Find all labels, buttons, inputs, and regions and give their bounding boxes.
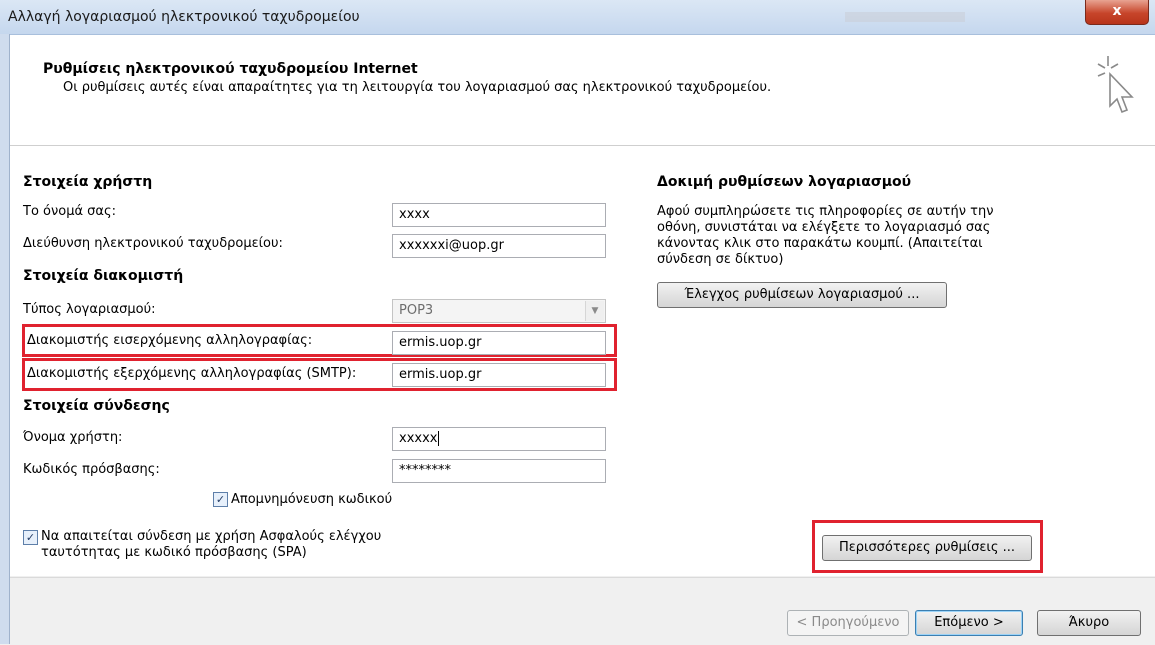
spa-label-line1: Να απαιτείται σύνδεση με χρήση Ασφαλούς … xyxy=(41,529,382,544)
title-bar: Αλλαγή λογαριασμού ηλεκτρονικού ταχυδρομ… xyxy=(0,0,1155,35)
outgoing-server-input[interactable]: ermis.uop.gr xyxy=(392,363,606,387)
username-input[interactable]: xxxxx xyxy=(392,427,606,451)
cursor-sparkle-icon xyxy=(1097,56,1134,114)
close-icon: x xyxy=(1112,3,1122,19)
username-value: xxxxx xyxy=(399,431,438,446)
wizard-body: Στοιχεία χρήστη Το όνομά σας: xxxx Διεύθ… xyxy=(10,146,1155,576)
name-input[interactable]: xxxx xyxy=(392,203,606,227)
email-label: Διεύθυνση ηλεκτρονικού ταχυδρομείου: xyxy=(23,236,283,251)
password-input[interactable]: ******** xyxy=(392,459,606,483)
back-button[interactable]: < Προηγούμενο xyxy=(787,610,909,636)
account-type-select: POP3 ▼ xyxy=(392,299,606,323)
window-title: Αλλαγή λογαριασμού ηλεκτρονικού ταχυδρομ… xyxy=(8,9,360,25)
window-frame-left xyxy=(0,34,10,644)
page-subtitle: Οι ρυθμίσεις αυτές είναι απαραίτητες για… xyxy=(63,80,772,95)
email-input[interactable]: xxxxxxi@uop.gr xyxy=(392,234,606,258)
test-description-line4: σύνδεση σε δίκτυο) xyxy=(657,252,784,267)
next-button[interactable]: Επόμενο > xyxy=(915,610,1023,636)
remember-password-checkbox[interactable]: ✓ xyxy=(213,492,228,507)
test-description-line1: Αφού συμπληρώσετε τις πληροφορίες σε αυτ… xyxy=(657,204,994,219)
test-description-line2: οθόνη, συνιστάται να ελέγξετε το λογαρια… xyxy=(657,220,991,235)
outgoing-server-label: Διακομιστής εξερχόμενης αλληλογραφίας (S… xyxy=(27,366,357,381)
checkmark-icon: ✓ xyxy=(215,493,226,506)
password-label: Κωδικός πρόσβασης: xyxy=(23,462,160,477)
close-button[interactable]: x xyxy=(1085,0,1149,25)
test-account-settings-button[interactable]: Έλεγχος ρυθμίσεων λογαριασμού ... xyxy=(657,282,947,308)
incoming-server-input[interactable]: ermis.uop.gr xyxy=(392,331,606,355)
remember-password-label: Απομνημόνευση κωδικού xyxy=(231,492,393,507)
chevron-down-icon: ▼ xyxy=(585,301,604,321)
incoming-server-label: Διακομιστής εισερχόμενης αλληλογραφίας: xyxy=(27,333,313,348)
wizard-footer: < Προηγούμενο Επόμενο > Άκυρο xyxy=(10,577,1155,645)
page-title: Ρυθμίσεις ηλεκτρονικού ταχυδρομείου Inte… xyxy=(43,61,418,77)
checkmark-icon: ✓ xyxy=(25,531,36,544)
cancel-button[interactable]: Άκυρο xyxy=(1037,610,1141,636)
wizard-header: Ρυθμίσεις ηλεκτρονικού ταχυδρομείου Inte… xyxy=(10,35,1155,146)
account-type-label: Τύπος λογαριασμού: xyxy=(23,302,156,317)
name-label: Το όνομά σας: xyxy=(23,204,116,219)
more-settings-button[interactable]: Περισσότερες ρυθμίσεις ... xyxy=(822,535,1032,561)
title-bar-background-artifact xyxy=(845,12,965,22)
section-server-info: Στοιχεία διακομιστή xyxy=(23,268,184,284)
section-login-info: Στοιχεία σύνδεσης xyxy=(23,398,170,414)
section-test-settings: Δοκιμή ρυθμίσεων λογαριασμού xyxy=(657,174,912,190)
test-description-line3: κάνοντας κλικ στο παρακάτω κουμπί. (Απαι… xyxy=(657,236,983,251)
section-user-info: Στοιχεία χρήστη xyxy=(23,174,153,190)
username-label: Όνομα χρήστη: xyxy=(23,430,123,445)
account-type-value: POP3 xyxy=(399,303,434,318)
spa-checkbox[interactable]: ✓ xyxy=(23,530,38,545)
spa-label-line2: ταυτότητας με κωδικό πρόσβασης (SPA) xyxy=(41,545,307,560)
